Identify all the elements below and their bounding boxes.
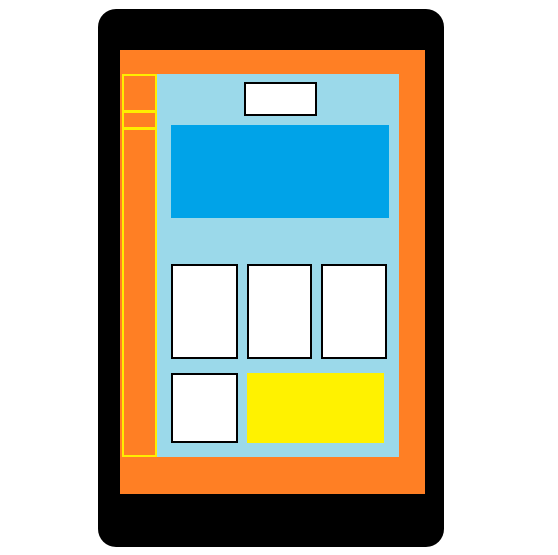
content-tile-2 <box>247 264 312 359</box>
hero-banner-block <box>171 125 389 218</box>
sidebar-segment-top <box>124 76 155 113</box>
highlight-block <box>247 373 384 443</box>
sidebar-panel <box>122 74 157 457</box>
sidebar-segment-middle <box>124 113 155 130</box>
content-tile-3 <box>321 264 387 359</box>
content-tile-4 <box>171 373 238 443</box>
header-title-placeholder <box>244 82 317 116</box>
content-tile-1 <box>171 264 238 359</box>
wireframe-diagram <box>0 0 558 555</box>
